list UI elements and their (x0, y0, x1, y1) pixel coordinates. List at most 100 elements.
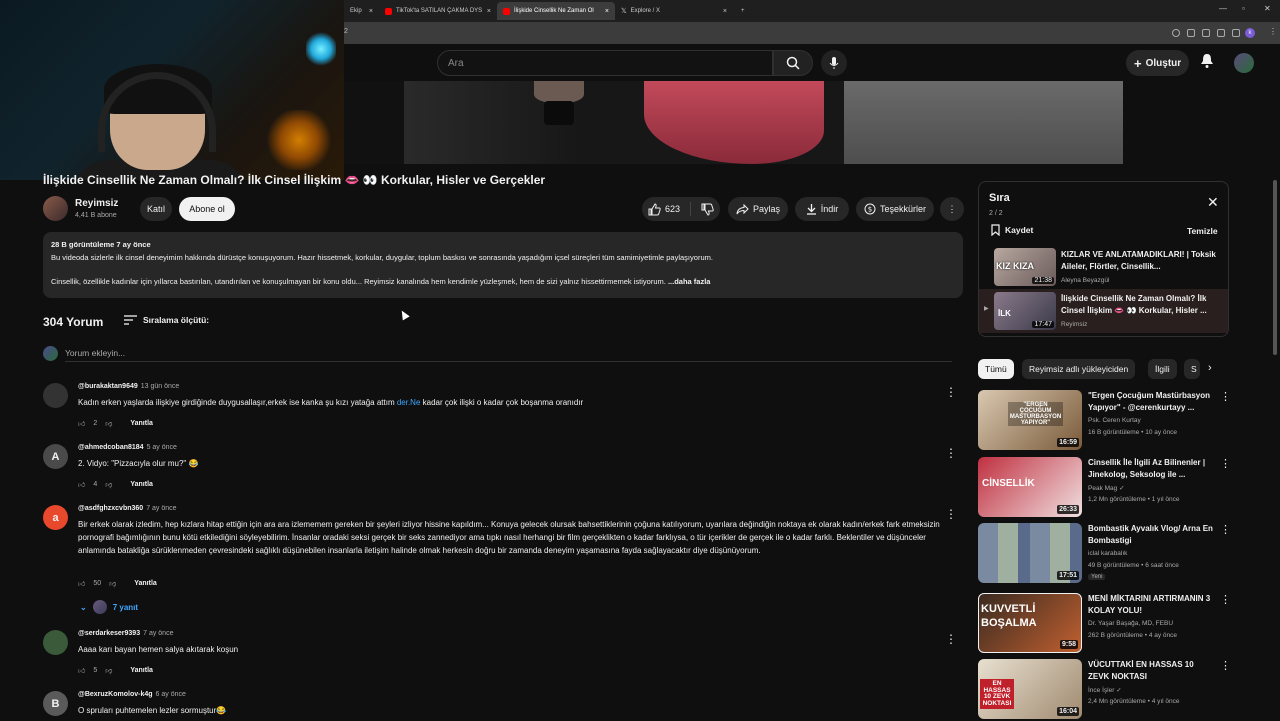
video-player[interactable] (344, 81, 1123, 164)
video-menu-icon[interactable]: ⋮ (1220, 659, 1231, 672)
address-bar[interactable]: 2 k ⋮ (344, 22, 1280, 44)
browser-tab-active[interactable]: İlişkide Cinsellik Ne Zaman Ol × (497, 2, 615, 20)
new-tab-button[interactable]: + (735, 2, 751, 20)
thumbs-up-icon[interactable]: 👍︎ (78, 666, 85, 675)
profile-avatar[interactable]: k (1245, 28, 1255, 38)
show-more-link[interactable]: ...daha fazla (668, 277, 711, 286)
thumbs-down-icon[interactable]: 👎︎ (105, 480, 112, 489)
sidebar-icon[interactable] (1232, 29, 1240, 37)
thumbs-up-icon[interactable]: 👍︎ (78, 579, 85, 588)
menu-dots-icon[interactable]: ⋮ (1269, 27, 1277, 36)
browser-tab[interactable]: Ekip × (344, 2, 379, 20)
clear-queue-button[interactable]: Temizle (1187, 226, 1218, 236)
channel-name[interactable]: Reyimsiz (75, 198, 118, 209)
related-video[interactable]: 17:51 Bombastik Ayvalık Vlog/ Arna En Bo… (978, 523, 1231, 585)
chip-from-uploader[interactable]: Reyimsiz adlı yükleyiciden (1022, 359, 1136, 379)
thumbs-up-icon[interactable]: 👍︎ (78, 480, 85, 489)
reply-button[interactable]: Yanıtla (130, 420, 153, 427)
comment-menu-icon[interactable]: ⋮ (945, 632, 957, 646)
sort-button[interactable]: Sıralama ölçütü: (124, 315, 209, 325)
more-actions-button[interactable]: ⋮ (940, 197, 964, 221)
extensions-icon[interactable] (1217, 29, 1225, 37)
comment-time[interactable]: 7 ay önce (143, 630, 173, 637)
view-replies-button[interactable]: ⌄ 7 yanıt (80, 600, 138, 614)
related-video[interactable]: "ERGEN ÇOCUĞUM MASTÜRBASYON YAPIYOR" 16:… (978, 390, 1231, 452)
zoom-icon[interactable] (1172, 29, 1180, 37)
page-scrollbar[interactable] (1273, 180, 1277, 355)
reply-button[interactable]: Yanıtla (130, 481, 153, 488)
like-button[interactable]: 623 (648, 202, 680, 216)
description-box[interactable]: 28 B görüntüleme 7 ay önce Bu videoda si… (43, 232, 963, 298)
browser-tab[interactable]: TikTok'ta SATILAN ÇAKMA DYS × (379, 2, 497, 20)
close-icon[interactable]: × (605, 8, 609, 15)
thumbs-down-icon[interactable] (701, 203, 714, 216)
channel-avatar[interactable] (43, 196, 68, 221)
related-video[interactable]: CİNSELLİK 26:33 Cinsellik İle İlgili Az … (978, 457, 1231, 519)
search-input[interactable]: Ara (437, 50, 773, 76)
comment-time[interactable]: 6 ay önce (156, 691, 186, 698)
tab-label: Explore / X (630, 8, 660, 14)
comment-menu-icon[interactable]: ⋮ (945, 507, 957, 521)
account-avatar[interactable] (1234, 53, 1254, 73)
search-button[interactable] (773, 50, 813, 76)
video-menu-icon[interactable]: ⋮ (1220, 390, 1231, 403)
commenter-avatar[interactable] (43, 383, 68, 408)
share-button[interactable]: Paylaş (728, 197, 788, 221)
subscribe-button[interactable]: Abone ol (179, 197, 235, 221)
close-window-icon[interactable]: ✕ (1264, 4, 1271, 13)
thumbs-down-icon[interactable]: 👎︎ (109, 579, 116, 588)
now-playing-icon: ▶ (984, 306, 989, 312)
add-comment-input[interactable]: Yorum ekleyin... (65, 348, 125, 358)
minimize-icon[interactable]: — (1219, 4, 1227, 13)
create-button[interactable]: + Oluştur (1126, 50, 1190, 76)
commenter-avatar[interactable] (43, 630, 68, 655)
comment-menu-icon[interactable]: ⋮ (945, 385, 957, 399)
comment-author[interactable]: @asdfghzxcvbn360 (78, 505, 143, 512)
thanks-button[interactable]: $ Teşekkürler (856, 197, 934, 221)
bookmark-star-icon[interactable] (1202, 29, 1210, 37)
comment-link[interactable]: der.Ne (397, 398, 421, 407)
browser-tab[interactable]: 𝕏 Explore / X × (615, 2, 733, 20)
related-video[interactable]: KUVVETLİ BOŞALMA 9:58 MENİ MİKTARINI ART… (978, 593, 1231, 655)
reply-button[interactable]: Yanıtla (134, 580, 157, 587)
commenter-avatar[interactable]: A (43, 444, 68, 469)
queue-item-current[interactable]: ▶ İLK 17:47 İlişkide Cinsellik Ne Zaman … (979, 289, 1228, 333)
comment-time[interactable]: 5 ay önce (147, 444, 177, 451)
video-menu-icon[interactable]: ⋮ (1220, 523, 1231, 536)
video-menu-icon[interactable]: ⋮ (1220, 457, 1231, 470)
tab-label: Ekip (350, 8, 362, 14)
save-queue-button[interactable]: Kaydet (991, 224, 1033, 236)
comment-time[interactable]: 7 ay önce (146, 505, 176, 512)
close-icon[interactable]: × (369, 8, 373, 15)
chevron-right-icon[interactable]: › (1208, 362, 1212, 374)
comment-author[interactable]: @burakaktan9649 (78, 383, 138, 390)
thumbs-down-icon[interactable]: 👎︎ (105, 666, 112, 675)
video-frame-mic-cover (534, 81, 584, 103)
thumbs-down-icon[interactable]: 👎︎ (105, 419, 112, 428)
download-button[interactable]: İndir (795, 197, 849, 221)
voice-search-button[interactable] (821, 50, 847, 76)
comment-menu-icon[interactable]: ⋮ (945, 446, 957, 460)
close-icon[interactable]: ✕ (1207, 194, 1219, 211)
thumbs-up-icon[interactable]: 👍︎ (78, 419, 85, 428)
comment-author[interactable]: @BexruzKomolov-k4g (78, 691, 153, 698)
maximize-icon[interactable]: ▫ (1242, 4, 1245, 13)
chip-more[interactable]: S (1184, 359, 1200, 379)
cast-icon[interactable] (1187, 29, 1195, 37)
comment-time[interactable]: 13 gün önce (141, 383, 180, 390)
commenter-avatar[interactable]: a (43, 505, 68, 530)
commenter-avatar[interactable]: B (43, 691, 68, 716)
close-icon[interactable]: × (723, 8, 727, 15)
notifications-button[interactable] (1200, 53, 1214, 74)
comment-author[interactable]: @serdarkeser9393 (78, 630, 140, 637)
join-button[interactable]: Katıl (140, 197, 172, 221)
queue-item[interactable]: KIZ KIZA 21:38 KIZLAR VE ANLATAMADIKLARI… (979, 245, 1228, 289)
close-icon[interactable]: × (487, 8, 491, 15)
chip-related[interactable]: İlgili (1148, 359, 1177, 379)
related-video[interactable]: EN HASSAS 10 ZEVK NOKTASI 16:04 VÜCUTTAK… (978, 659, 1231, 721)
chip-all[interactable]: Tümü (978, 359, 1014, 379)
reply-button[interactable]: Yanıtla (130, 667, 153, 674)
video-menu-icon[interactable]: ⋮ (1220, 593, 1231, 606)
comment-text: Kadın erken yaşlarda ilişkiye girdiğinde… (78, 398, 584, 407)
comment-author[interactable]: @ahmedcoban8184 (78, 444, 144, 451)
